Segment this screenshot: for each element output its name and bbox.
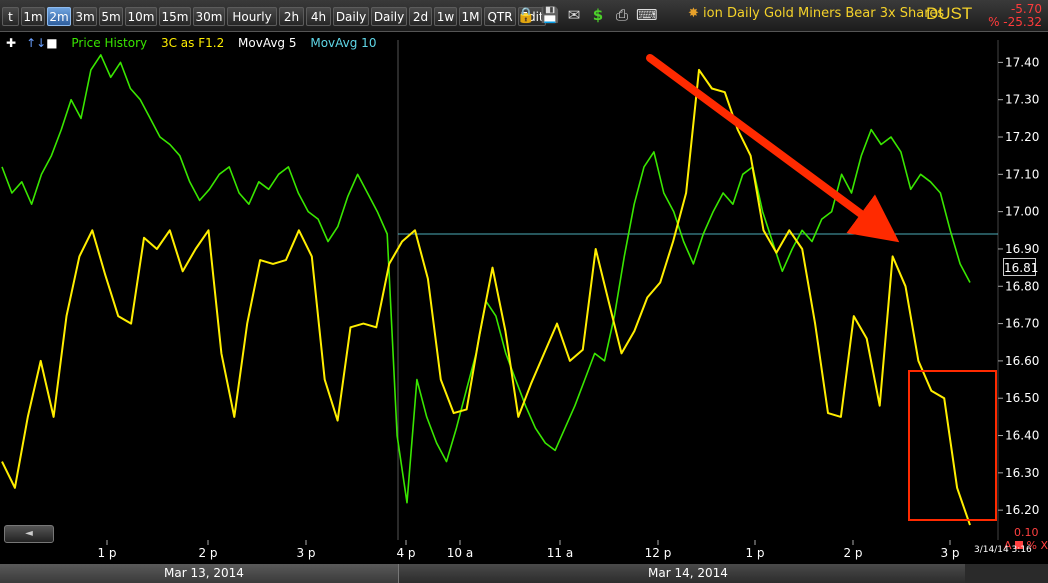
date-bar-day-1[interactable]: Mar 13, 2014 — [0, 564, 399, 583]
date-bar: Mar 13, 2014 Mar 14, 2014 — [0, 564, 1048, 583]
trend-arrow — [646, 54, 900, 243]
x-tick-label-4: 10 a — [447, 546, 473, 560]
x-tick-label-3: 4 p — [396, 546, 415, 560]
legend-ma5[interactable]: MovAvg 5 — [238, 36, 296, 50]
y-tick-label-7: 16.70 — [1005, 317, 1039, 331]
x-tick-label-5: 11 a — [547, 546, 573, 560]
move-up-icon[interactable]: ↑ — [26, 36, 36, 50]
x-tick-label-0: 1 p — [97, 546, 116, 560]
x-tick-label-9: 3 p — [940, 546, 959, 560]
keyboard-icon[interactable]: ⌨ — [636, 5, 658, 25]
timeframe-button-15[interactable]: 1M — [459, 7, 482, 26]
timeframe-button-5[interactable]: 10m — [125, 7, 157, 26]
y-tick-label-2: 17.20 — [1005, 130, 1039, 144]
y-tick-label-10: 16.40 — [1005, 429, 1039, 443]
close-scale-button[interactable]: X — [1040, 539, 1048, 552]
x-tick-label-2: 3 p — [296, 546, 315, 560]
close-icon[interactable]: ■ — [46, 36, 57, 50]
timeframe-button-14[interactable]: 1w — [434, 7, 457, 26]
toolbar: t 1m 2m 3m 5m 10m 15m 30m Hourly 2h 4h Daily Daily 2d… — [0, 0, 1048, 32]
y-tick-label-1: 17.30 — [1005, 93, 1039, 107]
lock-icon[interactable]: 🔒 — [516, 5, 536, 25]
expand-icon[interactable]: ✚ — [6, 36, 16, 50]
timestamp: 3/14/14 3:16 — [974, 545, 1032, 555]
y-tick-label-11: 16.30 — [1005, 466, 1039, 480]
date-label-1: Mar 13, 2014 — [164, 566, 244, 580]
print-icon[interactable]: ⎙ — [612, 5, 632, 25]
y-tick-label-9: 16.50 — [1005, 391, 1039, 405]
x-tick-label-6: 12 p — [645, 546, 672, 560]
timeframe-button-3[interactable]: 3m — [73, 7, 97, 26]
timeframe-button-1[interactable]: 1m — [21, 7, 45, 26]
y-tick-label-4: 17.00 — [1005, 205, 1039, 219]
x-tick-label-7: 1 p — [745, 546, 764, 560]
y-tick-label-8: 16.60 — [1005, 354, 1039, 368]
legend-indicator[interactable]: 3C as F1.2 — [161, 36, 224, 50]
chart-title-text: ion Daily Gold Miners Bear 3x Shares — [703, 6, 945, 21]
timeframe-button-12[interactable]: Daily — [371, 7, 407, 26]
legend-price-history[interactable]: Price History — [71, 36, 147, 50]
timeframe-button-0[interactable]: t — [2, 7, 19, 26]
timeframe-button-6[interactable]: 15m — [159, 7, 191, 26]
price-chart[interactable]: 17.40 17.30 17.20 17.10 17.00 16.90 16.80 16.70… — [0, 0, 1048, 583]
gear-icon[interactable]: ✸ — [688, 6, 699, 21]
timeframe-button-13[interactable]: 2d — [409, 7, 432, 26]
dollar-icon[interactable]: $ — [588, 5, 608, 25]
price-change: -5.70 — [1010, 2, 1042, 16]
scroll-handle[interactable]: ◄ — [4, 525, 54, 543]
highlight-box — [908, 370, 997, 521]
last-price-label: 16.81 — [1003, 258, 1038, 276]
legend-ma10[interactable]: MovAvg 10 — [310, 36, 376, 50]
series-line-0 — [1, 54, 971, 504]
timeframe-button-2[interactable]: 2m — [47, 7, 71, 26]
timeframe-button-16[interactable]: QTR — [484, 7, 516, 26]
mail-icon[interactable]: ✉ — [564, 5, 584, 25]
timeframe-button-8[interactable]: Hourly — [227, 7, 277, 26]
y-tick-label-12: 16.20 — [1005, 503, 1039, 517]
ticker-symbol: DUST — [926, 4, 973, 23]
y-tick-label-6: 16.80 — [1005, 279, 1039, 293]
y-tick-label-5: 16.90 — [1005, 242, 1039, 256]
scale-value: 0.10 — [1014, 526, 1039, 539]
save-icon[interactable]: 💾 — [540, 5, 560, 25]
timeframe-button-11[interactable]: Daily — [333, 7, 369, 26]
price-change-percent: % -25.32 — [988, 15, 1042, 29]
chart-title: ✸ ion Daily Gold Miners Bear 3x Shares — [688, 6, 944, 21]
move-down-icon[interactable]: ↓ — [36, 36, 46, 50]
timeframe-button-10[interactable]: 4h — [306, 7, 331, 26]
series-line-1 — [1, 68, 971, 526]
chart-legend: ✚ ↑↓■ Price History 3C as F1.2 MovAvg 5 M… — [6, 36, 386, 50]
x-tick-label-8: 2 p — [843, 546, 862, 560]
date-bar-day-2[interactable]: Mar 14, 2014 — [399, 564, 965, 583]
y-tick-label-0: 17.40 — [1005, 55, 1039, 69]
x-tick-label-1: 2 p — [198, 546, 217, 560]
timeframe-button-7[interactable]: 30m — [193, 7, 225, 26]
y-tick-label-3: 17.10 — [1005, 167, 1039, 181]
timeframe-button-4[interactable]: 5m — [99, 7, 123, 26]
date-label-2: Mar 14, 2014 — [648, 566, 728, 580]
timeframe-button-9[interactable]: 2h — [279, 7, 304, 26]
